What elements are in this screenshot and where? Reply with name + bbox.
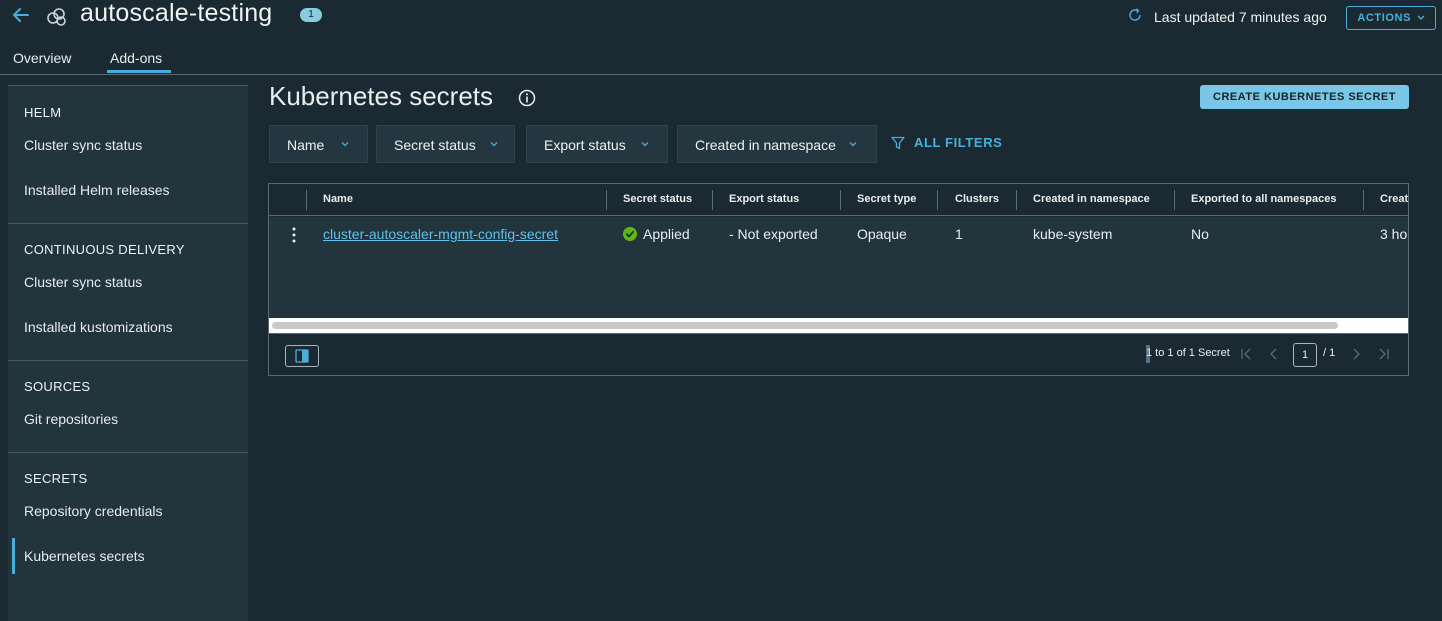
namespace-cell: kube-system <box>1033 226 1113 242</box>
chevron-down-icon <box>849 142 857 147</box>
tab-overview[interactable]: Overview <box>13 50 71 66</box>
sidebar-item-repository-credentials[interactable]: Repository credentials <box>24 503 163 519</box>
column-header-clusters[interactable]: Clusters <box>955 193 999 205</box>
next-page-icon[interactable] <box>1349 347 1363 361</box>
sidebar-heading-secrets: SECRETS <box>24 471 88 486</box>
active-tab-indicator <box>107 70 171 73</box>
secrets-datagrid: Name Secret status Export status Secret … <box>268 183 1409 376</box>
column-header-name[interactable]: Name <box>323 193 353 205</box>
column-separator[interactable] <box>840 190 841 210</box>
back-arrow-icon[interactable] <box>11 5 31 25</box>
previous-page-icon[interactable] <box>1267 347 1281 361</box>
secret-name-link[interactable]: cluster-autoscaler-mgmt-config-secret <box>323 226 558 242</box>
filter-export-status[interactable]: Export status <box>526 125 668 163</box>
column-separator <box>306 190 307 210</box>
create-kubernetes-secret-button[interactable]: CREATE KUBERNETES SECRET <box>1200 85 1409 109</box>
scrollbar-thumb[interactable] <box>272 322 1338 329</box>
column-header-created[interactable]: Creat <box>1380 193 1408 205</box>
actions-button[interactable]: ACTIONS <box>1346 6 1436 30</box>
column-header-secret-status[interactable]: Secret status <box>623 193 692 205</box>
page-number-input[interactable]: 1 <box>1293 343 1317 367</box>
sidebar-divider <box>8 223 248 224</box>
horizontal-scrollbar[interactable] <box>269 318 1408 333</box>
table-row: cluster-autoscaler-mgmt-config-secret Ap… <box>269 217 1408 319</box>
clusters-cell: 1 <box>955 226 963 242</box>
created-cell: 3 ho <box>1380 226 1408 242</box>
column-separator[interactable] <box>1174 190 1175 210</box>
sidebar-item-git-repositories[interactable]: Git repositories <box>24 411 118 427</box>
datagrid-header: Name Secret status Export status Secret … <box>269 184 1408 216</box>
row-actions-icon[interactable] <box>291 226 297 244</box>
last-updated-text: Last updated 7 minutes ago <box>1154 9 1327 25</box>
filter-name[interactable]: Name <box>269 125 368 163</box>
filter-label: Created in namespace <box>695 137 836 153</box>
filter-secret-status[interactable]: Secret status <box>376 125 515 163</box>
sidebar-heading-helm: HELM <box>24 105 62 120</box>
column-separator[interactable] <box>712 190 713 210</box>
datagrid-footer: 1 to 1 of 1 Secret 1 / 1 <box>269 333 1408 375</box>
column-header-exported-to-all-namespaces[interactable]: Exported to all namespaces <box>1191 193 1337 205</box>
column-separator[interactable] <box>1016 190 1017 210</box>
filter-label: Name <box>287 137 325 153</box>
page-total: / 1 <box>1323 347 1336 359</box>
all-filters-label: ALL FILTERS <box>914 135 1003 150</box>
chevron-down-icon <box>641 142 649 147</box>
tab-add-ons[interactable]: Add-ons <box>110 50 162 66</box>
column-header-created-in-namespace[interactable]: Created in namespace <box>1033 193 1150 205</box>
column-header-export-status[interactable]: Export status <box>729 193 799 205</box>
last-page-icon[interactable] <box>1377 347 1391 361</box>
column-separator[interactable] <box>1363 190 1364 210</box>
secret-type-cell: Opaque <box>857 226 907 242</box>
column-toggle-button[interactable] <box>285 345 319 367</box>
first-page-icon[interactable] <box>1239 347 1253 361</box>
sidebar-item-installed-helm-releases[interactable]: Installed Helm releases <box>24 182 170 198</box>
actions-label: ACTIONS <box>1357 12 1412 24</box>
sidebar-divider <box>8 452 248 453</box>
sidebar-item-cd-cluster-sync-status[interactable]: Cluster sync status <box>24 274 142 290</box>
filter-created-in-namespace[interactable]: Created in namespace <box>677 125 877 163</box>
export-status-cell: - Not exported <box>729 226 818 242</box>
check-circle-icon <box>623 227 637 241</box>
chevron-down-icon <box>490 142 498 147</box>
filter-label: Secret status <box>394 137 476 153</box>
page-header: autoscale-testing 1 Last updated 7 minut… <box>0 0 1442 75</box>
secret-status-cell: Applied <box>623 226 690 242</box>
filter-funnel-icon <box>891 136 905 150</box>
column-separator[interactable] <box>606 190 607 210</box>
sidebar-item-kubernetes-secrets[interactable]: Kubernetes secrets <box>24 548 145 564</box>
column-separator[interactable] <box>937 190 938 210</box>
cluster-icon <box>47 8 66 26</box>
pagination-range: 1 to 1 of 1 Secret <box>1146 347 1230 359</box>
section-title: Kubernetes secrets <box>269 81 494 111</box>
chevron-down-icon <box>341 142 349 147</box>
sidebar-heading-continuous-delivery: CONTINUOUS DELIVERY <box>24 242 185 257</box>
sidebar-divider <box>8 360 248 361</box>
exported-all-cell: No <box>1191 226 1209 242</box>
addons-sidebar: HELM Cluster sync status Installed Helm … <box>8 85 248 621</box>
refresh-icon[interactable] <box>1128 8 1142 22</box>
info-icon[interactable] <box>518 89 536 107</box>
sidebar-active-indicator <box>12 538 15 574</box>
filter-label: Export status <box>544 137 626 153</box>
count-badge: 1 <box>300 8 322 22</box>
column-header-secret-type[interactable]: Secret type <box>857 193 916 205</box>
sidebar-heading-sources: SOURCES <box>24 379 91 394</box>
sidebar-item-installed-kustomizations[interactable]: Installed kustomizations <box>24 319 173 335</box>
sidebar-item-helm-cluster-sync-status[interactable]: Cluster sync status <box>24 137 142 153</box>
page-title: autoscale-testing <box>80 0 273 27</box>
secret-status-text: Applied <box>643 226 690 242</box>
chevron-down-icon <box>1417 15 1425 21</box>
columns-icon <box>295 349 309 363</box>
